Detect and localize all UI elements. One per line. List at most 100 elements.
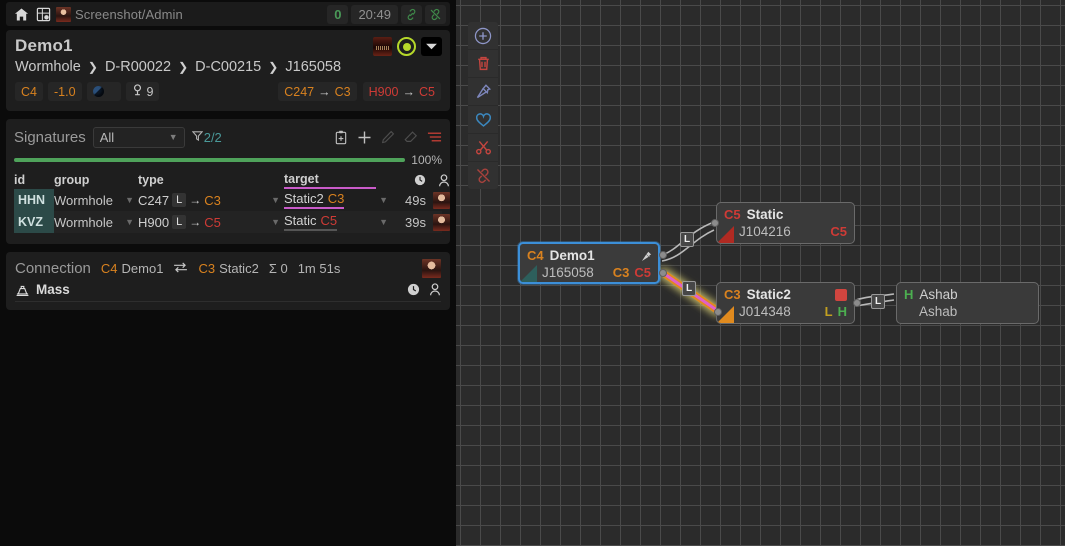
row-type-class: C3 [204,192,221,208]
list-lines-icon[interactable] [427,131,442,143]
node-tag: C5 [634,265,651,280]
system-security-chip: -1.0 [47,82,82,101]
statics-chip: 9 [125,82,160,101]
col-header-target[interactable]: target [284,172,392,189]
left-panel-column: Screenshot/Admin 0 20:49 Demo1 Wormhole … [0,0,456,546]
breadcrumb-seg-2[interactable]: D-C00215 [195,59,261,75]
pin-icon[interactable] [641,249,652,267]
clock-display: 20:49 [351,4,398,24]
connection-target-class: C3 [198,260,216,276]
edge-endpoint[interactable] [659,269,667,277]
row-group-value: Wormhole [54,192,114,208]
swap-icon[interactable] [173,261,188,276]
signatures-filter-select[interactable]: All ▼ [92,126,185,148]
map-node-demo1[interactable]: C4 Demo1 J165058 C3 C5 [518,242,660,284]
row-type-select[interactable]: H900 L → C5 ▼ [138,215,284,230]
connection-avatar [422,258,441,278]
node-sub-row: J104216 C5 [717,223,854,243]
eye-icon[interactable] [397,37,416,56]
row-target-select[interactable]: Static C5 ▼ [284,213,392,231]
node-corner-marker [520,265,537,282]
chevron-down-icon: ▼ [379,195,388,205]
signatures-toolbar [334,130,442,145]
heart-icon[interactable] [468,106,498,134]
link-slash-icon[interactable] [425,4,446,24]
connection-header: Connection C4 Demo1 C3 Static2 Σ 0 1m 51… [15,257,441,279]
breadcrumb: Screenshot/Admin [75,6,183,22]
arrow-icon: → [189,215,202,229]
edge-endpoint[interactable] [853,299,861,307]
user-avatar[interactable] [56,6,71,22]
map-node-static2[interactable]: C3 Static2 J014348 L H [716,282,855,324]
edge-endpoint[interactable] [714,308,722,316]
home-icon[interactable] [10,3,32,25]
edge-endpoint[interactable] [659,251,667,259]
connection-source[interactable]: C4 Demo1 [101,261,164,276]
mass-icon [15,284,30,296]
signatures-title: Signatures [14,128,86,146]
node-sub-row: J014348 L H [717,303,854,323]
collapse-chevron-icon[interactable] [421,37,442,56]
app-root: Screenshot/Admin 0 20:49 Demo1 Wormhole … [0,0,1065,546]
col-header-type[interactable]: type [138,173,284,187]
system-card-badges [373,37,442,56]
signatures-filter-value: All [99,129,115,145]
breadcrumb-seg-1[interactable]: D-R00022 [105,59,171,75]
edge-label-demo1-static[interactable]: L [680,232,695,247]
system-thumbnail[interactable] [373,37,392,56]
connection-source-class: C4 [100,260,118,276]
breadcrumb-sep-icon: ❯ [268,60,279,74]
clipboard-paste-icon[interactable] [334,130,348,145]
cut-connection-icon[interactable] [468,134,498,162]
edge-endpoint[interactable] [711,219,719,227]
connection-mass-sum: Σ 0 [268,260,288,276]
system-meta-row: C4 -1.0 9 C247 → C3 H900 → C5 [15,82,441,101]
map-canvas[interactable]: L L L C4 Demo1 J165058 C3 C5 C5 Static J… [456,0,1065,546]
breadcrumb-seg-3[interactable]: J165058 [285,59,341,75]
node-tags: L H [825,304,847,319]
map-node-ashab[interactable]: H Ashab Ashab [896,282,1039,324]
clock-icon[interactable] [392,174,426,186]
plus-icon[interactable] [357,130,372,145]
breadcrumb-sep-icon: ❯ [178,60,189,74]
row-group-select[interactable]: Wormhole ▼ [54,193,138,208]
col-header-id[interactable]: id [14,173,54,187]
node-class: C4 [527,248,544,263]
pin-icon[interactable] [468,78,498,106]
user-icon[interactable] [429,283,441,296]
clock-icon[interactable] [407,283,420,296]
table-row[interactable]: KVZ Wormhole ▼ H900 L → C5 ▼ Static C5 ▼… [14,211,450,233]
unlink-icon[interactable] [468,162,498,189]
row-target-select[interactable]: Static2 C3 ▼ [284,191,392,209]
node-class: H [904,287,914,302]
map-node-static[interactable]: C5 Static J104216 C5 [716,202,855,244]
link-icon[interactable] [401,4,422,24]
row-type-select[interactable]: C247 L → C3 ▼ [138,193,284,208]
col-header-group[interactable]: group [54,173,138,187]
breadcrumb-seg-0[interactable]: Wormhole [15,59,81,75]
connection-subrow: Mass [15,282,441,302]
node-class: C3 [724,287,741,302]
eraser-icon[interactable] [404,130,418,144]
connection-target[interactable]: C3 Static2 [198,261,258,276]
delete-icon[interactable] [468,50,498,78]
row-target-class: C3 [327,191,345,206]
statics-icon [132,84,143,99]
row-target-name: Static2 [284,191,324,206]
row-age: 49s [405,192,426,208]
node-id: J165058 [542,265,594,280]
grid-settings-icon[interactable] [32,3,54,25]
user-icon[interactable] [426,173,450,187]
edge-label-demo1-static2[interactable]: L [682,281,697,296]
table-row[interactable]: HHN Wormhole ▼ C247 L → C3 ▼ Static2 C3 … [14,189,450,211]
add-system-icon[interactable] [468,22,498,50]
node-title-row: C3 Static2 [717,283,854,303]
arrow-icon: → [402,84,416,99]
node-id: Ashab [919,304,958,319]
pencil-icon[interactable] [381,130,395,144]
signatures-table: id group type target HHN Wormhole ▼ C247… [14,171,450,233]
edge-label-static2-ashab[interactable]: L [871,294,886,309]
row-group-select[interactable]: Wormhole ▼ [54,215,138,230]
chevron-down-icon: ▼ [271,195,280,205]
arrow-icon: → [318,84,331,99]
